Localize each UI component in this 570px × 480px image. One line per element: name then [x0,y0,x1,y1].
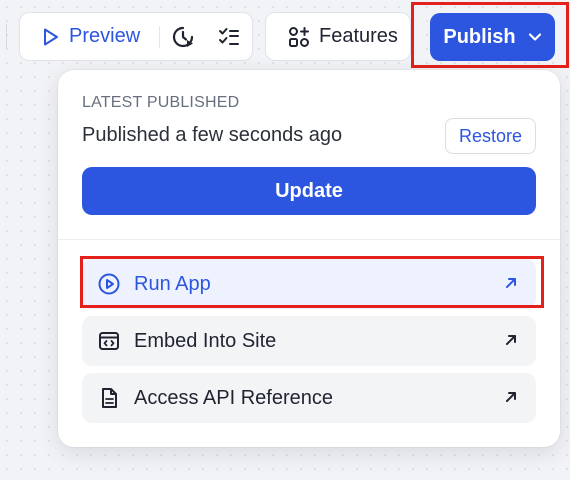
chevron-down-icon [528,33,541,41]
checklist-icon [219,27,240,45]
publish-dropdown-panel: LATEST PUBLISHED Published a few seconds… [58,70,560,447]
publish-label: Publish [443,25,516,48]
published-time-text: Published a few seconds ago [82,124,343,146]
play-icon [44,28,58,45]
embed-into-site-label: Embed Into Site [134,329,277,352]
features-label: Features [319,25,398,47]
external-arrow-icon [506,335,516,345]
preview-button-group: Preview [19,12,253,61]
panel-divider [58,239,560,240]
access-api-reference-item[interactable]: Access API Reference [82,373,536,423]
embed-icon [99,332,119,350]
play-circle-icon [98,273,120,295]
access-api-reference-label: Access API Reference [134,386,333,409]
run-app-item[interactable]: Run App [82,259,536,309]
toolbar-edge [6,24,7,48]
preview-label: Preview [69,25,141,47]
features-button[interactable]: Features [265,12,411,61]
external-arrow-icon [506,392,516,402]
restore-button[interactable]: Restore [445,118,536,154]
run-app-label: Run App [134,272,211,295]
external-arrow-icon [506,278,516,288]
clock-play-icon [173,26,194,47]
run-history-button[interactable] [160,13,206,60]
checklist-button[interactable] [206,13,252,60]
latest-published-label: LATEST PUBLISHED [82,94,240,111]
document-icon [102,388,117,408]
features-icon [289,26,309,47]
update-button[interactable]: Update [82,167,536,215]
preview-button[interactable]: Preview [20,13,159,60]
embed-into-site-item[interactable]: Embed Into Site [82,316,536,366]
publish-button[interactable]: Publish [430,13,555,61]
